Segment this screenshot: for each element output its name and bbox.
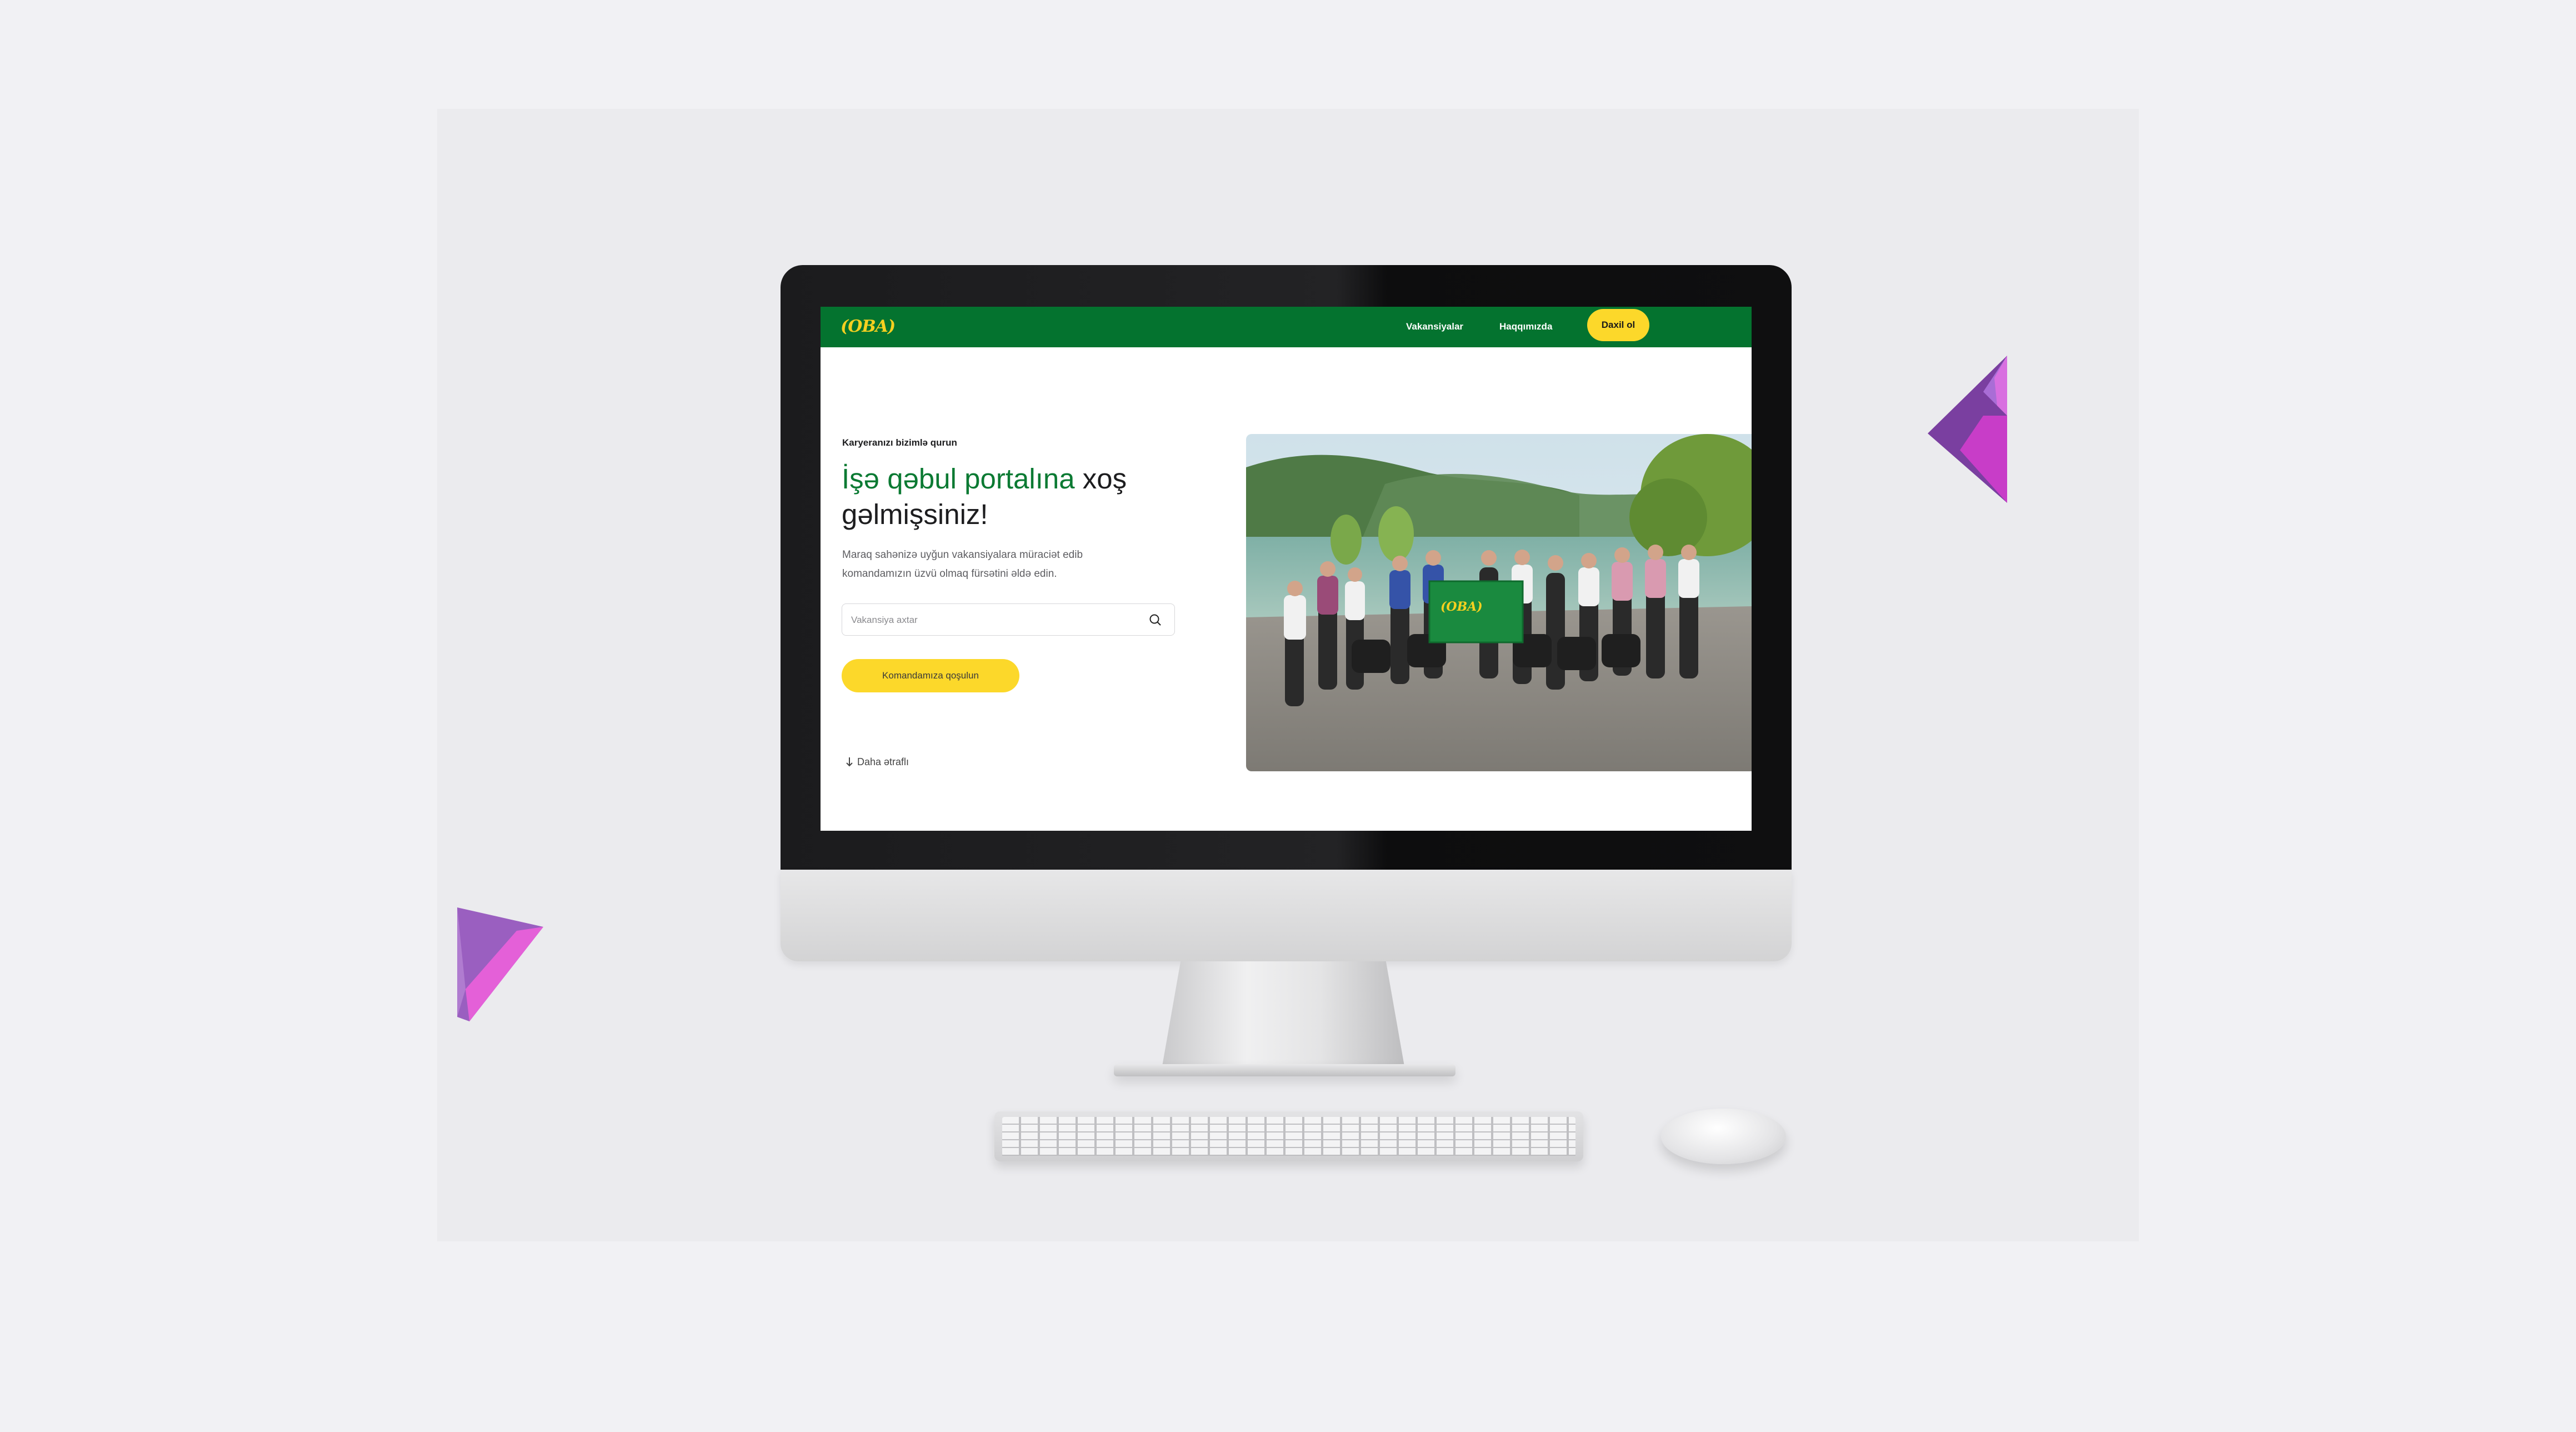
decorative-gem-icon	[1928, 356, 2007, 503]
title-dark-part-2: gəlmişsiniz!	[842, 498, 988, 530]
website-screen: (OBA) Vakansiyalar Haqqımızda Daxil ol K…	[821, 307, 1752, 831]
login-button[interactable]: Daxil ol	[1587, 309, 1649, 341]
join-team-button[interactable]: Komandamıza qoşulun	[842, 659, 1019, 692]
top-navbar: (OBA) Vakansiyalar Haqqımızda Daxil ol	[821, 307, 1752, 347]
oba-logo[interactable]: (OBA)	[841, 316, 896, 338]
monitor-stand	[1161, 961, 1405, 1072]
arrow-down-icon	[846, 757, 853, 767]
more-info-link[interactable]: Daha ətraflı	[845, 755, 909, 769]
nav-link-vacancies[interactable]: Vakansiyalar	[1406, 319, 1463, 335]
title-green-part: İşə qəbul portalına	[842, 463, 1075, 495]
monitor-stand-base	[1114, 1064, 1455, 1076]
monitor-chin	[781, 870, 1792, 961]
nav-link-about[interactable]: Haqqımızda	[1499, 319, 1552, 335]
keyboard	[994, 1111, 1583, 1161]
banner-logo-text: (OBA)	[1440, 600, 1483, 614]
decorative-gem-icon	[457, 907, 543, 1021]
hero-description: Maraq sahənizə uyğun vakansiyalara mürac…	[842, 549, 1083, 580]
page-title: İşə qəbul portalına xoş gəlmişsiniz!	[842, 461, 1197, 532]
more-info-label: Daha ətraflı	[857, 756, 909, 767]
mouse	[1661, 1109, 1786, 1164]
search-icon[interactable]	[1149, 613, 1161, 626]
search-input[interactable]	[850, 604, 1141, 636]
team-photo: (OBA)	[1246, 434, 1752, 771]
vacancy-search	[842, 603, 1175, 636]
hero-eyebrow: Karyeranızı bizimlə qurun	[842, 437, 957, 448]
title-dark-part: xoş	[1074, 463, 1127, 495]
